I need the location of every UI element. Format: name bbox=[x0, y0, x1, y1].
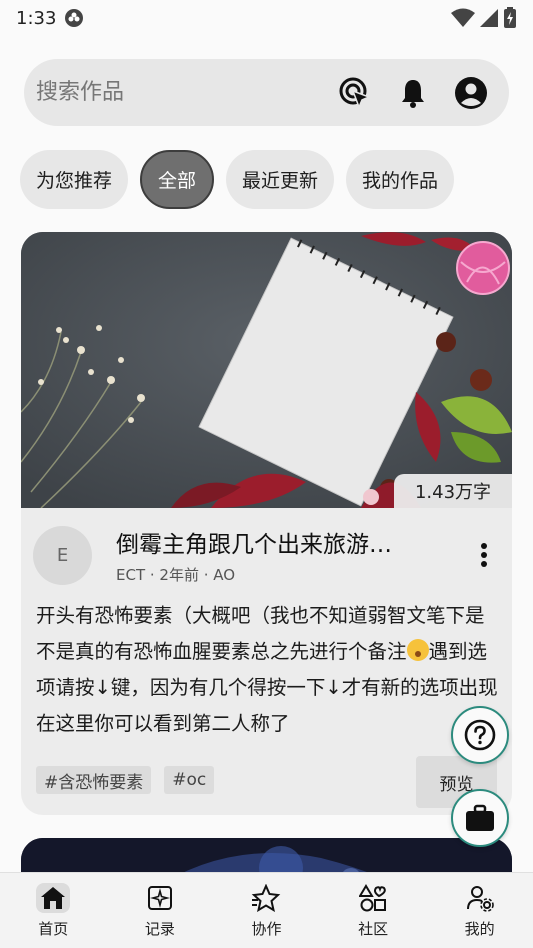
tag-horror[interactable]: #含恐怖要素 bbox=[36, 766, 152, 794]
work-meta: ECT · 2年前 · AO bbox=[116, 566, 236, 584]
account-icon[interactable] bbox=[453, 75, 489, 111]
nav-home[interactable]: 首页 bbox=[0, 873, 107, 948]
status-bar: 1:33 bbox=[0, 0, 533, 36]
battery-icon bbox=[504, 7, 516, 28]
briefcase-icon bbox=[466, 804, 494, 831]
work-title: 倒霉主角跟几个出来旅游… bbox=[116, 532, 392, 558]
bottom-nav: 首页 记录 协作 社区 我的 bbox=[0, 872, 533, 948]
nav-record-label: 记录 bbox=[144, 920, 175, 938]
nav-home-label: 首页 bbox=[38, 920, 69, 938]
cover-image: 1.43万字 bbox=[21, 232, 512, 508]
cursor-target-icon[interactable] bbox=[337, 75, 373, 111]
nav-community[interactable]: 社区 bbox=[320, 873, 427, 948]
card-header-text: 倒霉主角跟几个出来旅游… ECT · 2年前 · AO bbox=[116, 525, 468, 585]
work-card[interactable]: 1.43万字 E 倒霉主角跟几个出来旅游… ECT · 2年前 · AO 开头有… bbox=[21, 232, 512, 815]
collab-icon bbox=[249, 883, 283, 913]
home-icon bbox=[36, 883, 71, 913]
nav-community-label: 社区 bbox=[358, 920, 389, 938]
chip-all[interactable]: 全部 bbox=[140, 150, 215, 209]
notification-app-icon bbox=[65, 9, 84, 27]
nav-profile-label: 我的 bbox=[464, 920, 495, 938]
bell-icon[interactable] bbox=[395, 75, 431, 111]
work-description: 开头有恐怖要素（大概吧（我也不知道弱智文笔下是不是真的有恐怖血腥要素总之先进行个… bbox=[36, 598, 498, 742]
community-icon bbox=[356, 883, 390, 913]
chip-recommended[interactable]: 为您推荐 bbox=[20, 150, 129, 209]
more-options-icon[interactable] bbox=[468, 535, 500, 575]
profile-icon bbox=[463, 883, 497, 913]
record-icon bbox=[143, 883, 177, 913]
surprised-emoji-icon bbox=[406, 639, 429, 661]
wifi-icon bbox=[451, 8, 475, 27]
tag-oc[interactable]: #oc bbox=[164, 766, 215, 794]
signal-icon bbox=[480, 9, 498, 27]
word-count-badge: 1.43万字 bbox=[394, 474, 512, 508]
help-icon bbox=[464, 719, 496, 751]
status-icons bbox=[451, 7, 517, 29]
nav-collab-label: 协作 bbox=[251, 920, 282, 938]
nav-record[interactable]: 记录 bbox=[107, 873, 214, 948]
avatar[interactable]: E bbox=[33, 525, 92, 585]
filter-chips: 为您推荐 全部 最近更新 我的作品 bbox=[20, 150, 455, 209]
status-time: 1:33 bbox=[16, 7, 57, 29]
nav-collab[interactable]: 协作 bbox=[213, 873, 320, 948]
chip-recent[interactable]: 最近更新 bbox=[226, 150, 335, 209]
briefcase-button[interactable] bbox=[451, 789, 509, 847]
search-actions bbox=[337, 75, 489, 111]
search-bar bbox=[24, 59, 509, 126]
nav-profile[interactable]: 我的 bbox=[426, 873, 533, 948]
tag-list: #含恐怖要素 #oc bbox=[36, 766, 215, 794]
card-header: E 倒霉主角跟几个出来旅游… ECT · 2年前 · AO bbox=[33, 525, 500, 585]
help-button[interactable] bbox=[451, 706, 509, 764]
search-input[interactable] bbox=[36, 80, 337, 105]
chip-my-works[interactable]: 我的作品 bbox=[346, 150, 455, 209]
